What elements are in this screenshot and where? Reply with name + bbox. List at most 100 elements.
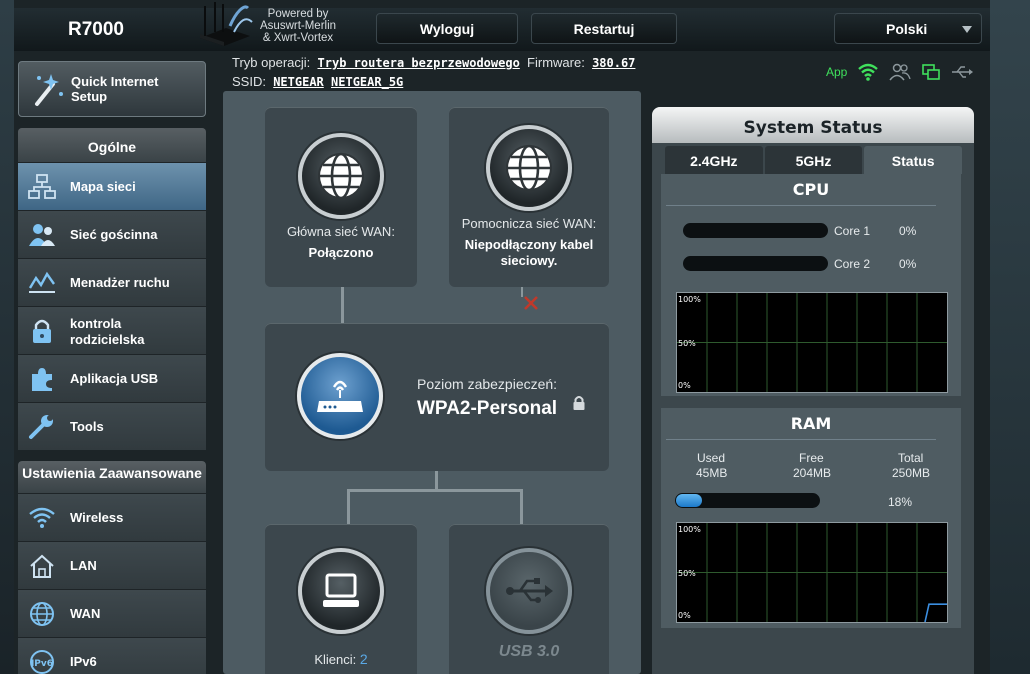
system-status-panel: System Status 2.4GHz 5GHz Status CPU Cor… [652,107,974,674]
ram-title: RAM [790,414,832,433]
powered-by-text: Powered by Asuswrt-Merlin & Xwrt-Vortex [260,8,337,44]
router-card[interactable]: Poziom zabezpieczeń: WPA2-Personal [265,323,609,471]
core1-bar [683,223,828,238]
ssid-24-link[interactable]: NETGEAR [273,75,324,89]
language-select[interactable]: Polski [834,13,982,44]
ram-bar-fill [676,494,702,507]
ram-free-value: 204MB [793,466,832,480]
secondary-wan-label: Pomocnicza sieć WAN: [461,216,597,231]
sidebar-item-wan[interactable]: WAN [18,589,206,637]
sidebar-item-label: Aplikacja USB [70,371,159,386]
graph-label-100: 100% [678,295,701,304]
magic-wand-icon [35,74,63,106]
sidebar-item-parental-control[interactable]: kontrola rodzicielska [18,306,206,354]
lock-icon [573,396,585,410]
sidebar-item-usb-application[interactable]: Aplikacja USB [18,354,206,402]
clients-status-icon[interactable] [889,63,911,81]
sidebar-item-label: WAN [70,606,101,621]
usb-card[interactable]: USB 3.0 [449,524,609,674]
graph-label-50: 50% [678,569,696,578]
quick-internet-setup-button[interactable]: Quick Internet Setup [18,61,206,117]
ram-bar [675,493,820,508]
sidebar-item-network-map[interactable]: Mapa sieci [18,162,206,210]
tab-2-4ghz[interactable]: 2.4GHz [665,146,763,174]
connector-line [435,471,438,491]
ram-free-label: Free [799,451,824,465]
operation-mode-link[interactable]: Tryb routera bezprzewodowego [318,56,520,70]
router-icon [297,353,383,439]
core2-bar [683,256,828,271]
firmware-link[interactable]: 380.67 [592,56,635,70]
ipv6-icon: IPv6 [30,650,54,674]
secondary-wan-card[interactable]: Pomocnicza sieć WAN: Niepodłączony kabel… [449,107,609,287]
language-value: Polski [886,21,928,37]
section-divider [666,205,936,206]
globe-icon [486,125,572,211]
graph-label-50: 50% [678,339,696,348]
ram-percent: 18% [888,495,913,509]
usb-status-icon[interactable] [951,65,974,79]
traffic-manager-icon [28,271,55,293]
sidebar-item-label: Sieć gościnna [70,227,158,242]
ram-section: RAM Used 45MB Free 204MB Total 250MB 18%… [661,408,961,628]
core1-label: Core 1 [834,224,871,238]
tools-icon [29,415,53,439]
sidebar-item-lan[interactable]: LAN [18,541,206,589]
sidebar-item-label: Menadżer ruchu [70,275,170,290]
system-status-tabs: 2.4GHz 5GHz Status [665,146,963,174]
ram-total-value: 250MB [892,466,931,480]
dual-wan-status-icon[interactable] [921,63,941,81]
sidebar-item-traffic-manager[interactable]: Menadżer ruchu [18,258,206,306]
logout-button[interactable]: Wyloguj [376,13,518,44]
wan-globe-icon [30,602,54,626]
connector-line [341,287,344,323]
usb-label: USB 3.0 [498,643,560,660]
sidebar-item-label: Mapa sieci [70,179,136,194]
app-link[interactable]: App [826,65,847,79]
clients-card[interactable]: Klienci: 2 [265,524,417,674]
svg-text:IPv6: IPv6 [31,659,53,669]
clients-label: Klienci: [314,652,357,667]
network-map-icon [28,174,56,199]
operation-mode-line: Tryb operacji: Tryb routera bezprzewodow… [232,55,636,70]
advanced-menu: Ustawienia Zaawansowane Wireless LAN WAN… [18,461,206,674]
connector-line [520,489,523,525]
tab-5ghz[interactable]: 5GHz [764,146,863,174]
primary-wan-label: Główna sieć WAN: [287,224,395,239]
chevron-down-icon [962,26,972,33]
graph-label-100: 100% [678,525,701,534]
restart-button[interactable]: Restartuj [531,13,677,44]
ssid-5-link[interactable]: NETGEAR_5G [331,75,403,89]
security-level-label: Poziom zabezpieczeń: [417,376,558,392]
sidebar-item-label: Wireless [70,510,124,525]
clients-line: Klienci: 2 [265,651,417,667]
primary-wan-card[interactable]: Główna sieć WAN: Połączono [265,107,417,287]
ram-usage-line [924,603,947,622]
cpu-graph-grid [677,293,947,392]
wifi-status-icon[interactable] [857,63,879,81]
clients-count[interactable]: 2 [360,651,368,667]
cpu-section: CPU Core 1 0% Core 2 0% 100% 50% 0% [661,174,961,396]
network-map-panel: Główna sieć WAN: Połączono Pomocnicza si… [223,91,641,674]
ram-used-value: 45MB [696,466,728,480]
sidebar-item-tools[interactable]: Tools [18,402,206,450]
general-menu: Ogólne Mapa sieci Sieć gościnna Menadżer… [18,128,206,450]
system-status-title: System Status [652,107,974,143]
sidebar-item-guest-network[interactable]: Sieć gościnna [18,210,206,258]
ram-total-label: Total [898,451,924,465]
section-divider [666,439,936,440]
sidebar-item-wireless[interactable]: Wireless [18,493,206,541]
computer-icon [298,548,384,634]
sidebar-item-label: kontrola rodzicielska [70,316,145,347]
sidebar-item-ipv6[interactable]: IPv6 IPv6 [18,637,206,674]
usb-app-icon [32,368,52,391]
tab-status[interactable]: Status [864,146,963,174]
general-menu-title: Ogólne [18,128,206,162]
router-logo-icon [200,2,253,46]
cpu-usage-graph: 100% 50% 0% [676,292,948,393]
connector-line [347,489,523,492]
core2-percent: 0% [899,257,917,271]
sidebar-item-label: Tools [70,419,104,434]
connector-line [347,489,350,525]
disconnected-x-icon [524,296,538,310]
